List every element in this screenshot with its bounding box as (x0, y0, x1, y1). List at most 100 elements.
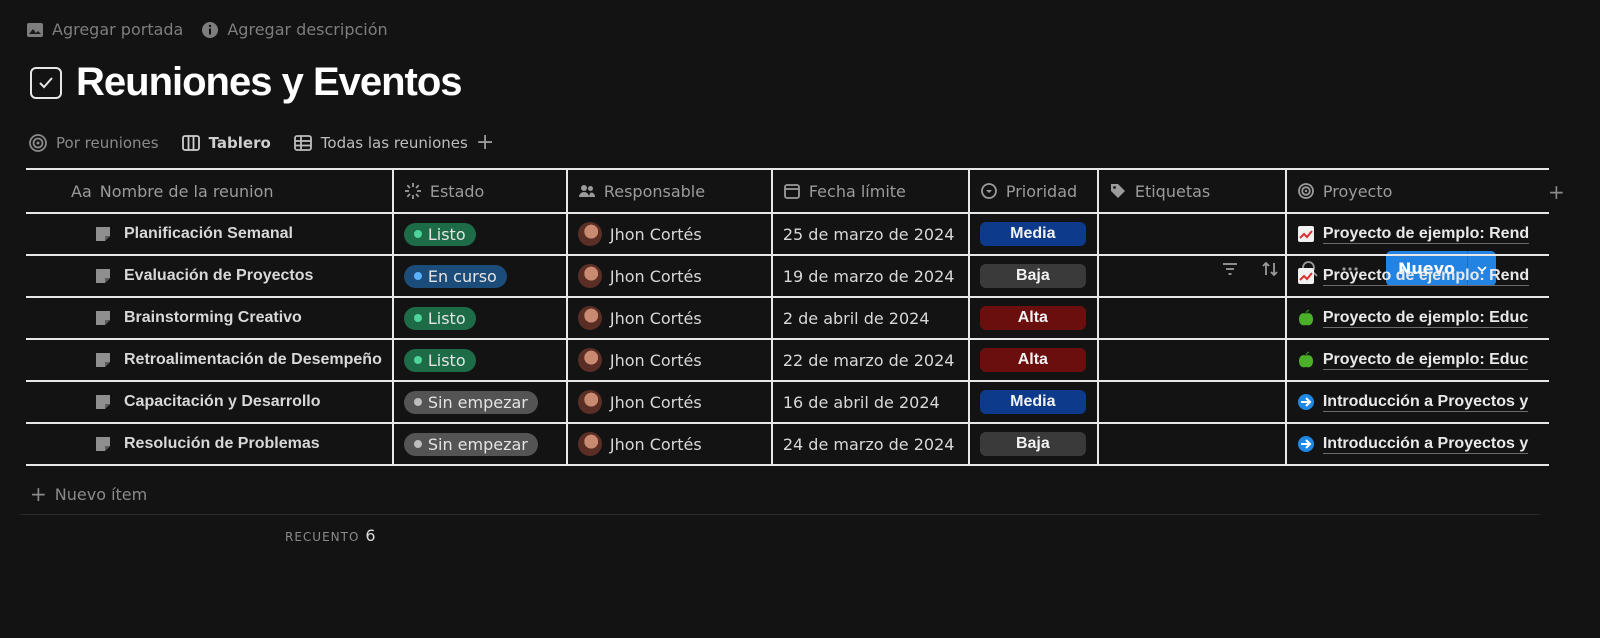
table-body: Planificación Semanal Listo Jhon Cortés … (26, 212, 1549, 466)
status-badge: Sin empezar (403, 390, 538, 414)
table-row[interactable]: Brainstorming Creativo Listo Jhon Cortés… (26, 296, 1549, 340)
cell-proyecto[interactable]: Proyecto de ejemplo: Educ (1284, 296, 1549, 340)
priority-badge: Media (979, 222, 1086, 246)
cell-fecha[interactable]: 22 de marzo de 2024 (770, 338, 970, 382)
status-dot-icon (413, 398, 422, 406)
cell-responsable[interactable]: Jhon Cortés (565, 254, 773, 298)
cell-name[interactable]: Brainstorming Creativo (26, 296, 394, 340)
tab-todas-las-reuniones[interactable]: Todas las reuniones (293, 133, 468, 153)
cell-estado[interactable]: Listo (391, 338, 568, 382)
plus-icon: + (30, 482, 47, 506)
project-link[interactable]: Proyecto de ejemplo: Rend (1322, 267, 1530, 286)
cell-proyecto[interactable]: Introducción a Proyectos y (1284, 380, 1549, 424)
column-header-fecha[interactable]: Fecha límite (770, 168, 970, 214)
due-date: 22 de marzo de 2024 (782, 350, 955, 370)
cell-estado[interactable]: Sin empezar (391, 422, 568, 466)
cell-etiquetas[interactable] (1096, 380, 1287, 424)
column-header-etiquetas[interactable]: Etiquetas (1096, 168, 1287, 214)
cell-proyecto[interactable]: Proyecto de ejemplo: Educ (1284, 338, 1549, 382)
cell-name[interactable]: Resolución de Problemas (26, 422, 394, 466)
priority-badge: Baja (979, 432, 1086, 456)
add-cover-button[interactable]: Agregar portada (26, 20, 183, 39)
project-link[interactable]: Introducción a Proyectos y (1322, 393, 1529, 412)
target-icon (1297, 183, 1314, 199)
table-row[interactable]: Evaluación de Proyectos En curso Jhon Co… (26, 254, 1549, 298)
add-view-icon[interactable]: + (476, 130, 494, 155)
cell-proyecto[interactable]: Introducción a Proyectos y (1284, 422, 1549, 466)
cell-prioridad[interactable]: Alta (967, 296, 1099, 340)
table-row[interactable]: Capacitación y Desarrollo Sin empezar Jh… (26, 380, 1549, 424)
cell-proyecto[interactable]: Proyecto de ejemplo: Rend (1284, 212, 1549, 256)
cell-etiquetas[interactable] (1096, 338, 1287, 382)
column-label: Responsable (603, 181, 706, 201)
cell-name[interactable]: Capacitación y Desarrollo (26, 380, 394, 424)
page-icon (96, 227, 110, 241)
meetings-table: Aa Nombre de la reunion Estado Responsab… (26, 168, 1549, 466)
cell-prioridad[interactable]: Baja (967, 422, 1099, 466)
priority-badge: Media (979, 390, 1086, 414)
cell-prioridad[interactable]: Media (967, 380, 1099, 424)
cell-name[interactable]: Planificación Semanal (26, 212, 394, 256)
cell-fecha[interactable]: 24 de marzo de 2024 (770, 422, 970, 466)
tab-tablero[interactable]: Tablero (181, 133, 271, 153)
table-row[interactable]: Retroalimentación de Desempeño Listo Jho… (26, 338, 1549, 382)
table-row[interactable]: Resolución de Problemas Sin empezar Jhon… (26, 422, 1549, 466)
cell-responsable[interactable]: Jhon Cortés (565, 212, 773, 256)
cell-etiquetas[interactable] (1096, 296, 1287, 340)
page-title[interactable]: Reuniones y Eventos (76, 60, 463, 105)
cell-prioridad[interactable]: Media (967, 212, 1099, 256)
tab-por-reuniones[interactable]: Por reuniones (28, 133, 159, 153)
project-link[interactable]: Proyecto de ejemplo: Educ (1322, 309, 1529, 328)
cell-fecha[interactable]: 16 de abril de 2024 (770, 380, 970, 424)
cell-name[interactable]: Retroalimentación de Desempeño (26, 338, 394, 382)
select-icon (980, 183, 997, 199)
priority-badge: Alta (979, 306, 1086, 330)
column-header-name[interactable]: Aa Nombre de la reunion (26, 168, 394, 214)
cell-prioridad[interactable]: Baja (967, 254, 1099, 298)
priority-badge: Baja (979, 264, 1086, 288)
cell-etiquetas[interactable] (1096, 212, 1287, 256)
cell-responsable[interactable]: Jhon Cortés (565, 422, 773, 466)
cell-estado[interactable]: Listo (391, 296, 568, 340)
arrow-icon (1297, 393, 1315, 411)
cell-etiquetas[interactable] (1096, 254, 1287, 298)
due-date: 25 de marzo de 2024 (782, 224, 955, 244)
due-date: 19 de marzo de 2024 (782, 266, 955, 286)
cell-responsable[interactable]: Jhon Cortés (565, 338, 773, 382)
cell-fecha[interactable]: 19 de marzo de 2024 (770, 254, 970, 298)
project-link[interactable]: Proyecto de ejemplo: Educ (1322, 351, 1529, 370)
add-description-button[interactable]: Agregar descripción (201, 20, 388, 39)
status-icon (404, 183, 421, 199)
cell-name[interactable]: Evaluación de Proyectos (26, 254, 394, 298)
cell-prioridad[interactable]: Alta (967, 338, 1099, 382)
cell-fecha[interactable]: 2 de abril de 2024 (770, 296, 970, 340)
apple-icon (1297, 351, 1315, 369)
cell-estado[interactable]: Sin empezar (391, 380, 568, 424)
column-header-prioridad[interactable]: Prioridad (967, 168, 1099, 214)
status-dot-icon (413, 314, 422, 322)
column-header-estado[interactable]: Estado (391, 168, 568, 214)
project-link[interactable]: Introducción a Proyectos y (1322, 435, 1529, 454)
project-link[interactable]: Proyecto de ejemplo: Rend (1322, 225, 1530, 244)
meeting-name: Resolución de Problemas (124, 435, 320, 452)
cell-etiquetas[interactable] (1096, 422, 1287, 466)
table-row[interactable]: Planificación Semanal Listo Jhon Cortés … (26, 212, 1549, 256)
column-label: Fecha límite (808, 181, 906, 201)
new-item-button[interactable]: + Nuevo ítem (30, 482, 147, 506)
cell-responsable[interactable]: Jhon Cortés (565, 380, 773, 424)
count-label: RECUENTO (285, 530, 360, 544)
arrow-icon (1297, 435, 1315, 453)
column-header-proyecto[interactable]: Proyecto (1284, 168, 1549, 214)
status-dot-icon (413, 272, 422, 280)
add-column-icon[interactable]: + (1548, 180, 1565, 204)
cell-proyecto[interactable]: Proyecto de ejemplo: Rend (1284, 254, 1549, 298)
checkbox-icon[interactable] (30, 66, 62, 99)
column-header-responsable[interactable]: Responsable (565, 168, 773, 214)
cell-estado[interactable]: Listo (391, 212, 568, 256)
status-badge: Listo (403, 222, 476, 246)
cell-responsable[interactable]: Jhon Cortés (565, 296, 773, 340)
cell-fecha[interactable]: 25 de marzo de 2024 (770, 212, 970, 256)
status-label: Listo (427, 350, 466, 370)
page-icon (96, 269, 110, 283)
cell-estado[interactable]: En curso (391, 254, 568, 298)
